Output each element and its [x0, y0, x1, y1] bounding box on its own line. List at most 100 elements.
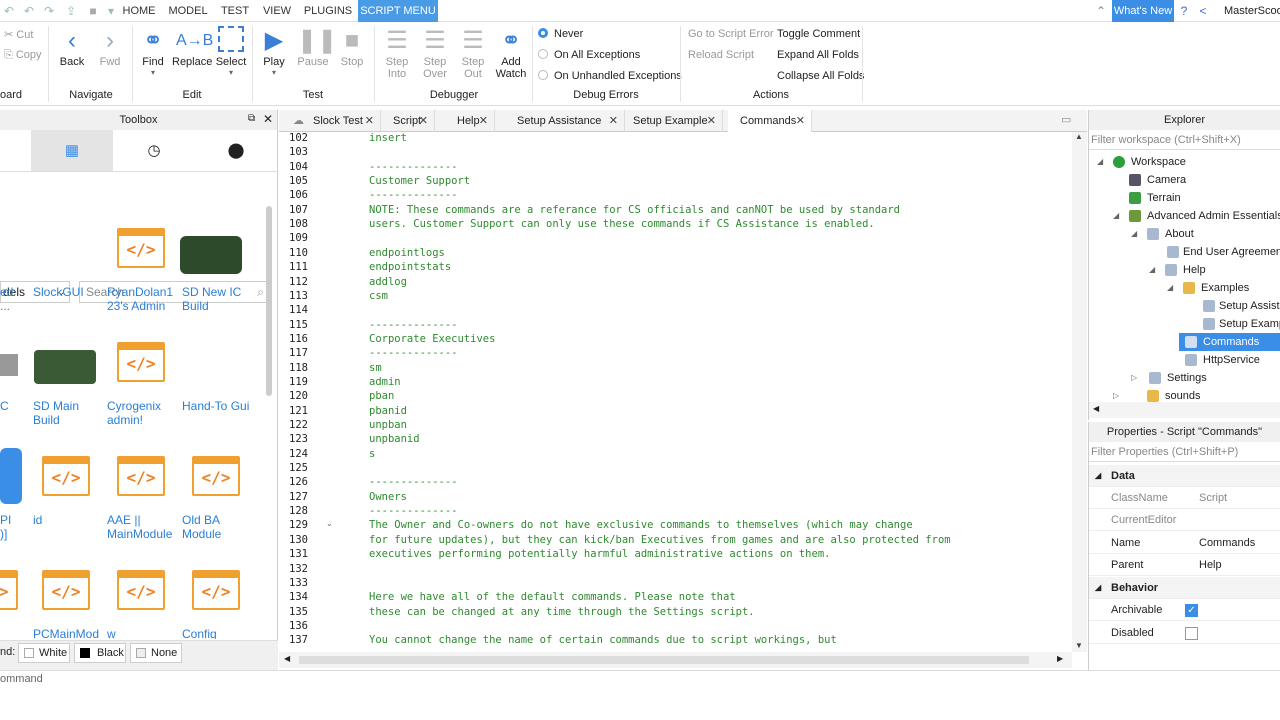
scroll-left-icon[interactable]: ◀ — [284, 654, 290, 663]
command-input[interactable]: ommand — [0, 673, 43, 685]
code-line[interactable]: pban — [369, 390, 394, 402]
hscroll-thumb[interactable] — [299, 656, 1029, 664]
scroll-up-icon[interactable]: ▲ — [1075, 132, 1083, 141]
model-thumb[interactable] — [0, 228, 20, 284]
toggle-comment-button[interactable]: Toggle Comment — [777, 28, 860, 40]
undo-icon[interactable]: ↶ — [22, 4, 36, 18]
code-line[interactable]: Here we have all of the default commands… — [369, 591, 736, 603]
code-line[interactable]: insert — [369, 132, 407, 144]
step-over-button[interactable]: ☰ Step Over — [416, 26, 454, 80]
toolbox-item[interactable]: RyanDolan1 23's Admin — [107, 285, 177, 313]
code-line[interactable]: -------------- — [369, 505, 458, 517]
code-line[interactable]: -------------- — [369, 347, 458, 359]
code-line[interactable]: You cannot change the name of certain co… — [369, 634, 837, 646]
code-line[interactable]: unpban — [369, 419, 407, 431]
code-line[interactable]: executives performing potentially harmfu… — [369, 548, 830, 560]
never-radio[interactable]: Never — [538, 28, 583, 40]
add-watch-button[interactable]: ⚭ Add Watch — [492, 26, 530, 80]
tab-model[interactable]: MODEL — [166, 0, 210, 22]
toolbox-item[interactable]: SlockGUI — [33, 285, 103, 299]
explorer-hscrollbar[interactable]: ◀ — [1089, 402, 1280, 418]
code-line[interactable]: -------------- — [369, 476, 458, 488]
tab-script-menu[interactable]: SCRIPT MENU — [358, 0, 438, 22]
prop-row[interactable]: Name Commands — [1089, 532, 1280, 554]
close-icon[interactable]: ✕ — [419, 110, 428, 132]
explorer-row-help[interactable]: ◢ Help — [1089, 261, 1280, 279]
explorer-filter-input[interactable]: Filter workspace (Ctrl+Shift+X) — [1089, 130, 1280, 150]
code-line[interactable]: -------------- — [369, 189, 458, 201]
script-icon[interactable]: </> — [192, 456, 240, 496]
explorer-row-camera[interactable]: Camera — [1089, 171, 1280, 189]
toolbox-item[interactable]: AAE || MainModule — [107, 513, 177, 541]
collapse-ribbon-icon[interactable]: ⌃ — [1094, 4, 1108, 18]
scroll-left-icon[interactable]: ◀ — [1093, 404, 1099, 413]
close-icon[interactable]: ✕ — [479, 110, 488, 132]
help-icon[interactable]: ? — [1177, 4, 1191, 18]
dock-icon[interactable]: ▭ — [1061, 113, 1071, 126]
tab-inventory[interactable]: ⬤ — [195, 130, 277, 171]
code-line[interactable]: -------------- — [369, 161, 458, 173]
code-line[interactable]: unpbanid — [369, 433, 420, 445]
code-line[interactable]: sm — [369, 362, 382, 374]
dropdown-icon[interactable]: ▾ — [104, 4, 118, 18]
section-behavior[interactable]: ◢ Behavior — [1089, 577, 1280, 599]
tab-marketplace[interactable]: ▦ — [31, 130, 113, 171]
code-line[interactable]: addlog — [369, 276, 407, 288]
script-icon[interactable]: </> — [117, 228, 165, 268]
explorer-row-workspace[interactable]: ◢ Workspace — [1089, 153, 1280, 171]
fold-chevron-icon[interactable]: ⌄ — [326, 519, 333, 528]
code-line[interactable]: s — [369, 448, 375, 460]
step-out-button[interactable]: ☰ Step Out — [454, 26, 492, 80]
toolbox-item[interactable]: SD Main Build — [33, 399, 103, 427]
script-editor[interactable]: 102 insert 103 104 -------------- 105 Customer… — [279, 132, 1072, 652]
reload-script-button[interactable]: Reload Script — [688, 49, 754, 61]
redo-icon[interactable]: ↷ — [42, 4, 56, 18]
script-icon[interactable]: </> — [117, 456, 165, 496]
tab-view[interactable]: VIEW — [258, 0, 296, 22]
toolbox-item[interactable]: SD New IC Build — [182, 285, 252, 313]
close-icon[interactable]: ✕ — [796, 110, 805, 132]
unhandled-exceptions-radio[interactable]: On Unhandled Exceptions — [538, 70, 682, 82]
properties-filter-input[interactable]: Filter Properties (Ctrl+Shift+P) — [1089, 442, 1280, 462]
toolbox-item[interactable]: Hand-To Gui — [182, 399, 252, 413]
code-line[interactable]: Corporate Executives — [369, 333, 495, 345]
bg-white-button[interactable]: White — [18, 643, 70, 663]
section-data[interactable]: ◢ Data — [1089, 465, 1280, 487]
go-to-script-error-button[interactable]: Go to Script Error — [688, 28, 774, 40]
bg-black-button[interactable]: Black — [74, 643, 126, 663]
explorer-row-settings[interactable]: ▷ Settings — [1089, 369, 1280, 387]
play-button[interactable]: ▶ Play ▾ — [256, 26, 292, 77]
tab-test[interactable]: TEST — [216, 0, 254, 22]
script-icon[interactable]: </> — [0, 570, 18, 610]
qa-icon-2[interactable]: ⇪ — [64, 4, 78, 18]
scroll-down-icon[interactable]: ▼ — [1075, 641, 1083, 650]
tab-slock-test[interactable]: ☁ Slock Test ✕ — [285, 110, 381, 132]
toolbox-item[interactable]: Cyrogenix admin! — [107, 399, 177, 427]
model-thumb[interactable] — [0, 448, 22, 504]
pause-button[interactable]: ❚❚ Pause — [294, 26, 337, 68]
explorer-row-about[interactable]: ◢ About — [1089, 225, 1280, 243]
close-icon[interactable]: ✕ — [609, 110, 618, 132]
code-line[interactable]: endpointstats — [369, 261, 451, 273]
toolbox-item[interactable]: Config — [182, 627, 252, 639]
archivable-checkbox[interactable]: ✓ — [1185, 604, 1198, 617]
toolbox-item[interactable]: id — [33, 513, 103, 527]
code-line[interactable]: for future updates), but they can kick/b… — [369, 534, 951, 546]
code-line[interactable]: endpointlogs — [369, 247, 445, 259]
model-thumb[interactable] — [180, 236, 242, 274]
select-button[interactable]: Select ▾ — [214, 26, 248, 77]
scroll-right-icon[interactable]: ▶ — [1057, 654, 1063, 663]
code-line[interactable]: users. Customer Support can only use the… — [369, 218, 875, 230]
toolbox-scrollbar[interactable] — [266, 206, 272, 396]
tab-help[interactable]: Help ✕ — [445, 110, 495, 132]
code-line[interactable]: NOTE: These commands are a referance for… — [369, 204, 900, 216]
explorer-row-httpservice[interactable]: HttpService — [1089, 351, 1280, 369]
model-thumb[interactable] — [0, 354, 18, 376]
user-name[interactable]: MasterScoot — [1224, 0, 1280, 22]
explorer-row-eua[interactable]: End User Agreement — [1089, 243, 1280, 261]
stop-button[interactable]: ■ Stop — [334, 26, 370, 68]
stop-square-icon[interactable]: ■ — [86, 4, 100, 18]
explorer-row-commands[interactable]: Commands — [1179, 333, 1280, 351]
code-line[interactable]: csm — [369, 290, 388, 302]
script-icon[interactable]: </> — [192, 570, 240, 610]
